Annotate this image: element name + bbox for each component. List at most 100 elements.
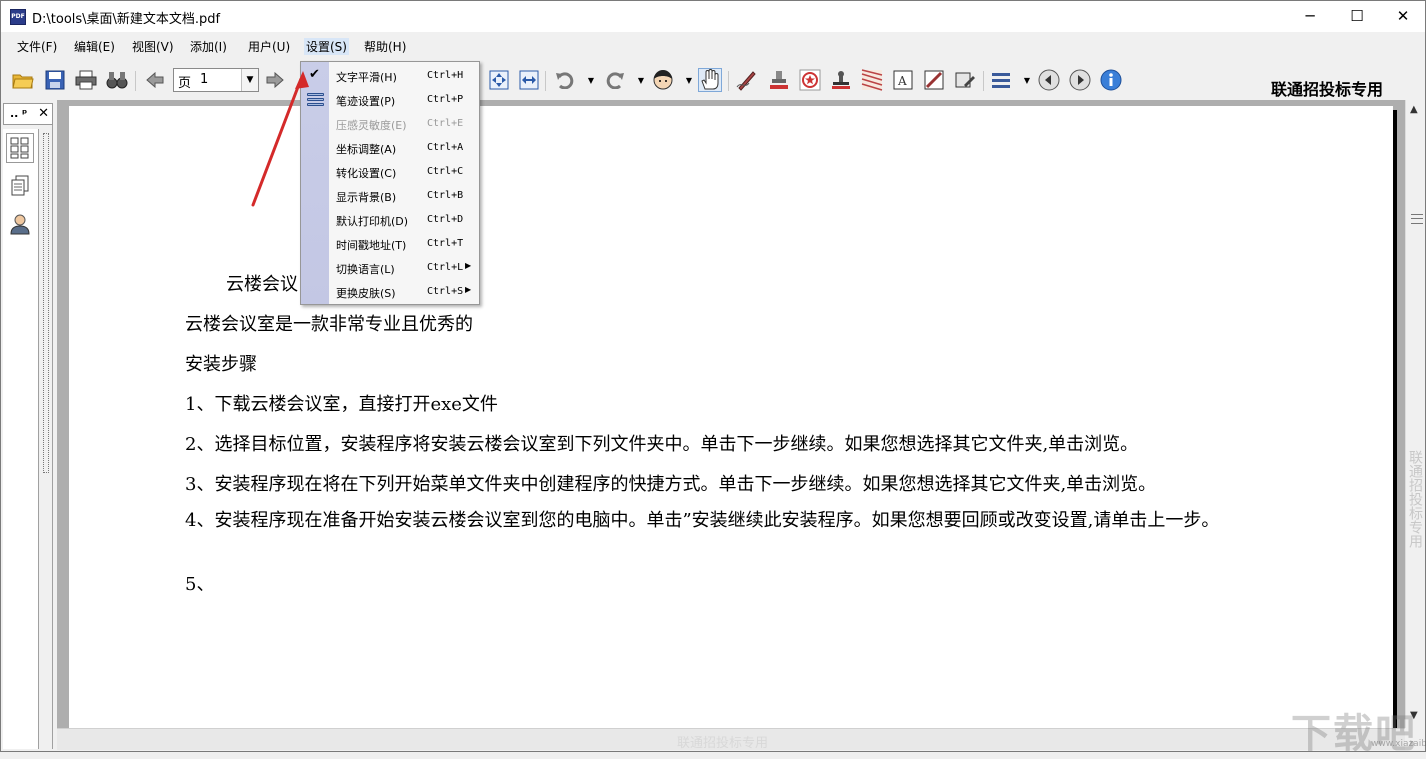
window-title: D:\tools\桌面\新建文本文档.pdf (32, 12, 221, 27)
text-box-icon[interactable]: A (891, 68, 915, 92)
menu-item-show-background[interactable]: 显示背景(B) Ctrl+B (301, 184, 479, 208)
menu-item-label: 文字平滑(H) (336, 71, 397, 84)
pdf-page: 云楼会议 云楼会议室是一款非常专业且优秀的 安装步骤 1、下载云楼会议室，直接打… (69, 106, 1393, 728)
menu-add[interactable]: 添加(I) (188, 38, 229, 55)
stamp-icon[interactable] (767, 68, 791, 92)
scroll-grip-icon[interactable] (1411, 214, 1423, 224)
edit-annotation-icon[interactable] (953, 68, 977, 92)
menu-item-label: 坐标调整(A) (336, 143, 397, 156)
undo-icon[interactable] (553, 68, 577, 92)
print-icon[interactable] (74, 68, 98, 92)
redo-icon[interactable] (603, 68, 627, 92)
app-pdf-icon (10, 9, 26, 25)
doc-line: 4、安装程序现在准备开始安装云楼会议室到您的电脑中。单击”安装继续此安装程序。如… (185, 510, 1220, 531)
menu-item-shortcut: Ctrl+T (427, 238, 464, 249)
menu-item-label: 转化设置(C) (336, 167, 397, 180)
doc-line: 5、 (185, 574, 215, 595)
menu-item-label: 压感灵敏度(E) (336, 119, 407, 132)
menu-item-label: 时间戳地址(T) (336, 239, 407, 252)
menu-item-pen-settings[interactable]: 笔迹设置(P) Ctrl+P (301, 88, 479, 112)
hand-tool-icon[interactable] (698, 68, 722, 92)
menu-item-label: 切换语言(L) (336, 263, 395, 276)
menu-item-coordinate-adjust[interactable]: 坐标调整(A) Ctrl+A (301, 136, 479, 160)
menu-item-pressure-sensitivity: 压感灵敏度(E) Ctrl+E (301, 112, 479, 136)
maximize-button[interactable]: ☐ (1334, 1, 1380, 32)
list-menu-icon[interactable] (989, 68, 1013, 92)
binoculars-search-icon[interactable] (105, 68, 129, 92)
user-face-icon[interactable] (651, 68, 675, 92)
menu-item-shortcut: Ctrl+A (427, 142, 464, 153)
info-icon[interactable] (1099, 68, 1123, 92)
texture-icon[interactable] (860, 68, 884, 92)
menu-bar: 文件(F) 编辑(E) 视图(V) 添加(I) 用户(U) 设置(S) 帮助(H… (1, 34, 1425, 58)
open-folder-icon[interactable] (11, 68, 35, 92)
redo-dropdown-icon[interactable]: ▼ (629, 68, 653, 92)
menu-view[interactable]: 视图(V) (130, 38, 176, 55)
seal-icon[interactable] (798, 68, 822, 92)
menu-item-shortcut: Ctrl+L (427, 262, 464, 273)
doc-title-line: 云楼会议 (226, 274, 298, 295)
toolbar: 页 1 ▼ ▼ ▼ ▼ A ▼ 联通招投标专用 (1, 61, 1425, 99)
fit-width-icon[interactable] (517, 68, 541, 92)
menu-user[interactable]: 用户(U) (246, 38, 292, 55)
menu-item-label: 显示背景(B) (336, 191, 397, 204)
document-viewport[interactable]: 云楼会议 云楼会议室是一款非常专业且优秀的 安装步骤 1、下载云楼会议室，直接打… (57, 100, 1405, 728)
draw-line-icon[interactable] (922, 68, 946, 92)
menu-settings[interactable]: 设置(S) (304, 38, 349, 55)
circle-next-icon[interactable] (1068, 68, 1092, 92)
page-number-input[interactable]: 1 (200, 72, 208, 87)
doc-line: 2、选择目标位置，安装程序将安装云楼会议室到下列文件夹中。单击下一步继续。如果您… (185, 434, 1139, 455)
menu-file[interactable]: 文件(F) (15, 38, 59, 55)
save-icon[interactable] (43, 68, 67, 92)
pen-settings-icon (307, 92, 324, 108)
menu-item-switch-language[interactable]: 切换语言(L) Ctrl+L ▶ (301, 256, 479, 280)
fit-page-icon[interactable] (487, 68, 511, 92)
previous-page-icon[interactable] (143, 68, 167, 92)
menu-edit[interactable]: 编辑(E) (72, 38, 117, 55)
undo-dropdown-icon[interactable]: ▼ (579, 68, 603, 92)
site-logo-watermark: 下载吧 (1291, 711, 1417, 757)
menu-item-text-smoothing[interactable]: ✔ 文字平滑(H) Ctrl+H (301, 64, 479, 88)
brand-label: 联通招投标专用 (1271, 80, 1384, 99)
menu-item-label: 默认打印机(D) (336, 215, 409, 228)
pages-tab-icon[interactable] (6, 171, 34, 201)
chevron-down-icon[interactable]: ▼ (241, 69, 258, 91)
app-window: D:\tools\桌面\新建文本文档.pdf ─ ☐ ✕ 文件(F) 编辑(E)… (0, 0, 1426, 757)
user-tab-icon[interactable] (6, 209, 34, 239)
menu-item-shortcut: Ctrl+S (427, 286, 464, 297)
list-dropdown-icon[interactable]: ▼ (1015, 68, 1039, 92)
title-bar[interactable]: D:\tools\桌面\新建文本文档.pdf ─ ☐ ✕ (1, 1, 1425, 32)
close-button[interactable]: ✕ (1380, 1, 1426, 32)
menu-item-timestamp-address[interactable]: 时间戳地址(T) Ctrl+T (301, 232, 479, 256)
vertical-scrollbar[interactable]: ▲ 联通招投标专用 ▼ (1405, 100, 1425, 728)
menu-item-conversion-settings[interactable]: 转化设置(C) Ctrl+C (301, 160, 479, 184)
circle-previous-icon[interactable] (1037, 68, 1061, 92)
menu-item-default-printer[interactable]: 默认打印机(D) Ctrl+D (301, 208, 479, 232)
scroll-up-icon[interactable]: ▲ (1410, 104, 1418, 115)
menu-item-shortcut: Ctrl+P (427, 94, 464, 105)
panel-resize-strip[interactable] (43, 133, 49, 473)
bottom-watermark: 联通招投标专用 (677, 736, 769, 751)
site-url-watermark: www.xiazaiba.com (1371, 739, 1426, 749)
panel-header: .. ᵖ ✕ (3, 103, 53, 125)
pin-icon[interactable]: ᵖ (22, 107, 27, 120)
panel-title: .. (10, 107, 19, 120)
minimize-button[interactable]: ─ (1287, 1, 1333, 32)
page-number-combo[interactable]: 页 1 ▼ (173, 68, 259, 92)
vertical-watermark: 联通招投标专用 (1407, 450, 1423, 548)
menu-item-label: 笔迹设置(P) (336, 95, 396, 108)
checkmark-icon: ✔ (309, 67, 320, 82)
pen-sign-icon[interactable] (735, 68, 759, 92)
doc-line: 1、下载云楼会议室，直接打开exe文件 (185, 394, 498, 415)
panel-tab-strip (3, 129, 39, 749)
menu-help[interactable]: 帮助(H) (362, 38, 408, 55)
doc-line: 安装步骤 (185, 354, 257, 375)
menu-item-change-skin[interactable]: 更换皮肤(S) Ctrl+S ▶ (301, 280, 479, 304)
thumbnails-tab-icon[interactable] (6, 133, 34, 163)
submenu-arrow-icon: ▶ (465, 261, 472, 270)
horizontal-scrollbar[interactable]: 联通招投标专用 (57, 728, 1405, 751)
panel-close-icon[interactable]: ✕ (38, 106, 49, 121)
next-page-icon[interactable] (263, 68, 287, 92)
stamp-press-icon[interactable] (829, 68, 853, 92)
left-panel: .. ᵖ ✕ (3, 103, 53, 749)
